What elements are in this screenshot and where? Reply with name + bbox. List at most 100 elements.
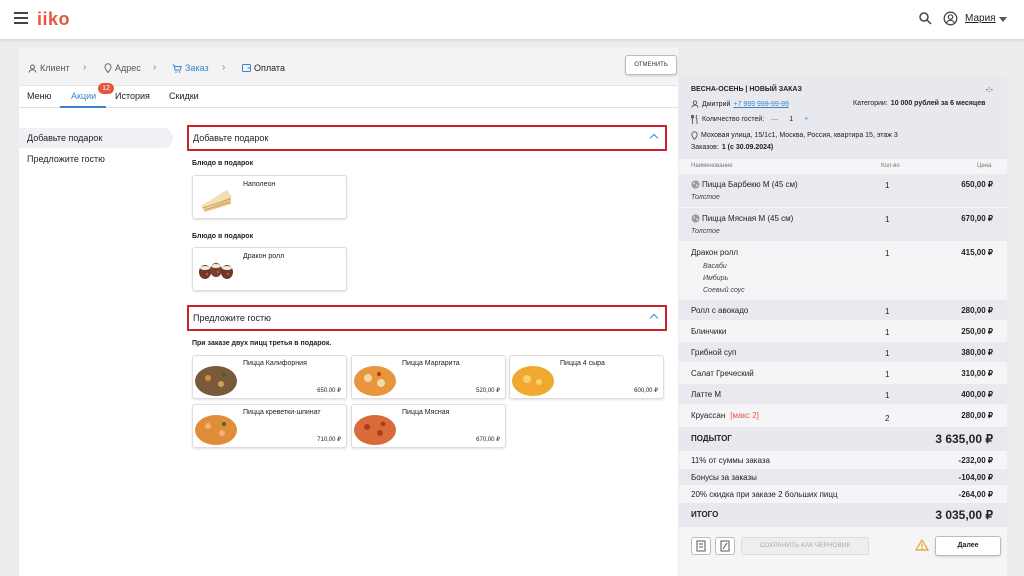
breadcrumb-label: Заказ: [185, 63, 209, 73]
warning-icon[interactable]: [915, 539, 929, 551]
more-icon[interactable]: -:-: [985, 85, 993, 94]
breadcrumb-client[interactable]: Клиент: [28, 63, 70, 73]
order-row[interactable]: Грибной суп 1 380,00 ₽: [679, 342, 1007, 362]
pizza-image: [195, 366, 237, 396]
offer-item-card[interactable]: Пицца 4 сыра 600,00 ₽: [509, 355, 664, 399]
print-bill-button[interactable]: [715, 537, 735, 555]
logo: iiko: [37, 9, 71, 29]
discount-value: -104,00 ₽: [958, 473, 993, 482]
chevron-up-icon[interactable]: [649, 133, 659, 143]
gift-item-card[interactable]: Наполеон: [192, 175, 347, 219]
decrement-button[interactable]: —: [771, 116, 778, 123]
item-price: 380,00 ₽: [961, 348, 993, 357]
cake-image: [201, 190, 231, 212]
discount-label: 20% скидка при заказе 2 больших пицц: [691, 490, 838, 499]
item-cell: Пицца Барбекю М (45 см): [691, 180, 798, 189]
active-tab-indicator: [60, 106, 106, 108]
section-add-gift-header[interactable]: Добавьте подарок: [187, 125, 667, 151]
order-row[interactable]: Ролл с авокадо 1 280,00 ₽: [679, 300, 1007, 320]
cart-icon: [172, 64, 182, 73]
item-modifier: Соевый соус: [703, 287, 745, 294]
increment-button[interactable]: +: [804, 116, 808, 123]
chevron-up-icon[interactable]: [649, 313, 659, 323]
tab-history[interactable]: История: [115, 91, 150, 101]
menu-icon[interactable]: [14, 12, 28, 24]
tab-discounts[interactable]: Скидки: [169, 91, 199, 101]
item-name: Блинчики: [691, 327, 727, 336]
item-name: Пицца Барбекю М (45 см): [702, 180, 798, 189]
main-panel: Клиент › Адрес › Заказ › Оплата ОТМЕНИТЬ…: [19, 48, 678, 576]
pizza-icon: [691, 180, 700, 189]
client-name: Дмитрий: [702, 100, 731, 108]
breadcrumb-label: Клиент: [40, 63, 70, 73]
order-row[interactable]: Латте М 1 400,00 ₽: [679, 384, 1007, 404]
item-cell: Пицца Мясная М (45 см): [691, 214, 793, 223]
item-qty: 1: [885, 215, 890, 224]
order-row[interactable]: Салат Греческий 1 310,00 ₽: [679, 363, 1007, 383]
section-offer-guest-header[interactable]: Предложите гостю: [187, 305, 667, 331]
item-name: Пицца креветки-шпинат: [243, 409, 321, 416]
address-line: Моховая улица, 15/1с1, Москва, Россия, к…: [691, 131, 898, 140]
pizza-image: [354, 415, 396, 445]
guests-label: Количество гостей:: [702, 116, 765, 123]
item-price: 600,00 ₽: [634, 388, 658, 394]
discount-label: Бонусы за заказы: [691, 473, 757, 482]
breadcrumb-label: Адрес: [115, 63, 141, 73]
pizza-image: [512, 366, 554, 396]
item-qty: 1: [885, 328, 890, 337]
limit-tag: [макс 2]: [730, 411, 759, 420]
user-icon[interactable]: [943, 11, 958, 26]
chevron-right-icon: ›: [222, 62, 226, 73]
order-row[interactable]: Круассан [макс 2] 2 280,00 ₽: [679, 405, 1007, 425]
order-row[interactable]: Пицца Барбекю М (45 см) 1 650,00 ₽ Толст…: [679, 174, 1007, 207]
item-price: 670,00 ₽: [476, 437, 500, 443]
item-modifier: Васаби: [703, 263, 727, 270]
item-name: Пицца Мясная М (45 см): [702, 214, 794, 223]
item-qty: 1: [885, 391, 890, 400]
item-qty: 1: [885, 249, 890, 258]
gift-item-card[interactable]: Дракон ролл: [192, 247, 347, 291]
group-label: Блюдо в подарок: [192, 233, 254, 240]
print-receipt-button[interactable]: [691, 537, 711, 555]
search-icon[interactable]: [918, 11, 932, 25]
order-row[interactable]: Блинчики 1 250,00 ₽: [679, 321, 1007, 341]
item-price: 650,00 ₽: [961, 180, 993, 189]
save-draft-button[interactable]: СОХРАНИТЬ КАК ЧЕРНОВИК: [741, 537, 869, 555]
tab-promotions[interactable]: Акции: [71, 91, 96, 101]
chevron-down-icon[interactable]: [999, 17, 1007, 22]
item-modifier: Толстое: [691, 194, 720, 201]
offer-item-card[interactable]: Пицца Калифорния 650,00 ₽: [192, 355, 347, 399]
item-price: 650,00 ₽: [317, 388, 341, 394]
item-price: 400,00 ₽: [961, 390, 993, 399]
person-icon: [691, 100, 699, 108]
sidebar-item-offer-guest[interactable]: Предложите гостю: [19, 149, 173, 169]
sidebar-item-add-gift[interactable]: Добавьте подарок: [19, 128, 173, 148]
breadcrumb-order[interactable]: Заказ: [172, 63, 209, 73]
column-qty-header: Кол-во: [881, 163, 900, 169]
offer-item-card[interactable]: Пицца Мясная 670,00 ₽: [351, 404, 506, 448]
breadcrumb-label: Оплата: [254, 63, 285, 73]
user-name[interactable]: Мария: [965, 13, 996, 24]
cutlery-icon: [691, 115, 698, 124]
item-name: Пицца 4 сыра: [560, 360, 605, 367]
item-name: Грибной суп: [691, 348, 737, 357]
offer-item-card[interactable]: Пицца Маргарита 520,00 ₽: [351, 355, 506, 399]
chevron-right-icon: ›: [83, 62, 87, 73]
orders-line: Заказов: 1 (с 30.09.2024): [691, 144, 773, 151]
orders-label: Заказов:: [691, 144, 719, 151]
item-qty: 1: [885, 307, 890, 316]
next-button[interactable]: Далее: [935, 536, 1001, 556]
order-row[interactable]: Дракон ролл 1 415,00 ₽ Васаби Имбирь Сое…: [679, 242, 1007, 299]
client-line: Дмитрий +7 999 999-99-99: [691, 100, 789, 108]
breadcrumb-payment[interactable]: Оплата: [242, 63, 285, 73]
order-row[interactable]: Пицца Мясная М (45 см) 1 670,00 ₽ Толсто…: [679, 208, 1007, 241]
pizza-image: [195, 415, 237, 445]
guests-count: 1: [789, 116, 794, 123]
chevron-right-icon: ›: [153, 62, 157, 73]
tab-menu[interactable]: Меню: [27, 91, 51, 101]
offer-item-card[interactable]: Пицца креветки-шпинат 710,00 ₽: [192, 404, 347, 448]
breadcrumb-address[interactable]: Адрес: [104, 63, 141, 73]
guests-line: Количество гостей: — 1 +: [691, 115, 808, 124]
client-phone-link[interactable]: +7 999 999-99-99: [733, 101, 788, 108]
cancel-button[interactable]: ОТМЕНИТЬ: [625, 55, 677, 75]
